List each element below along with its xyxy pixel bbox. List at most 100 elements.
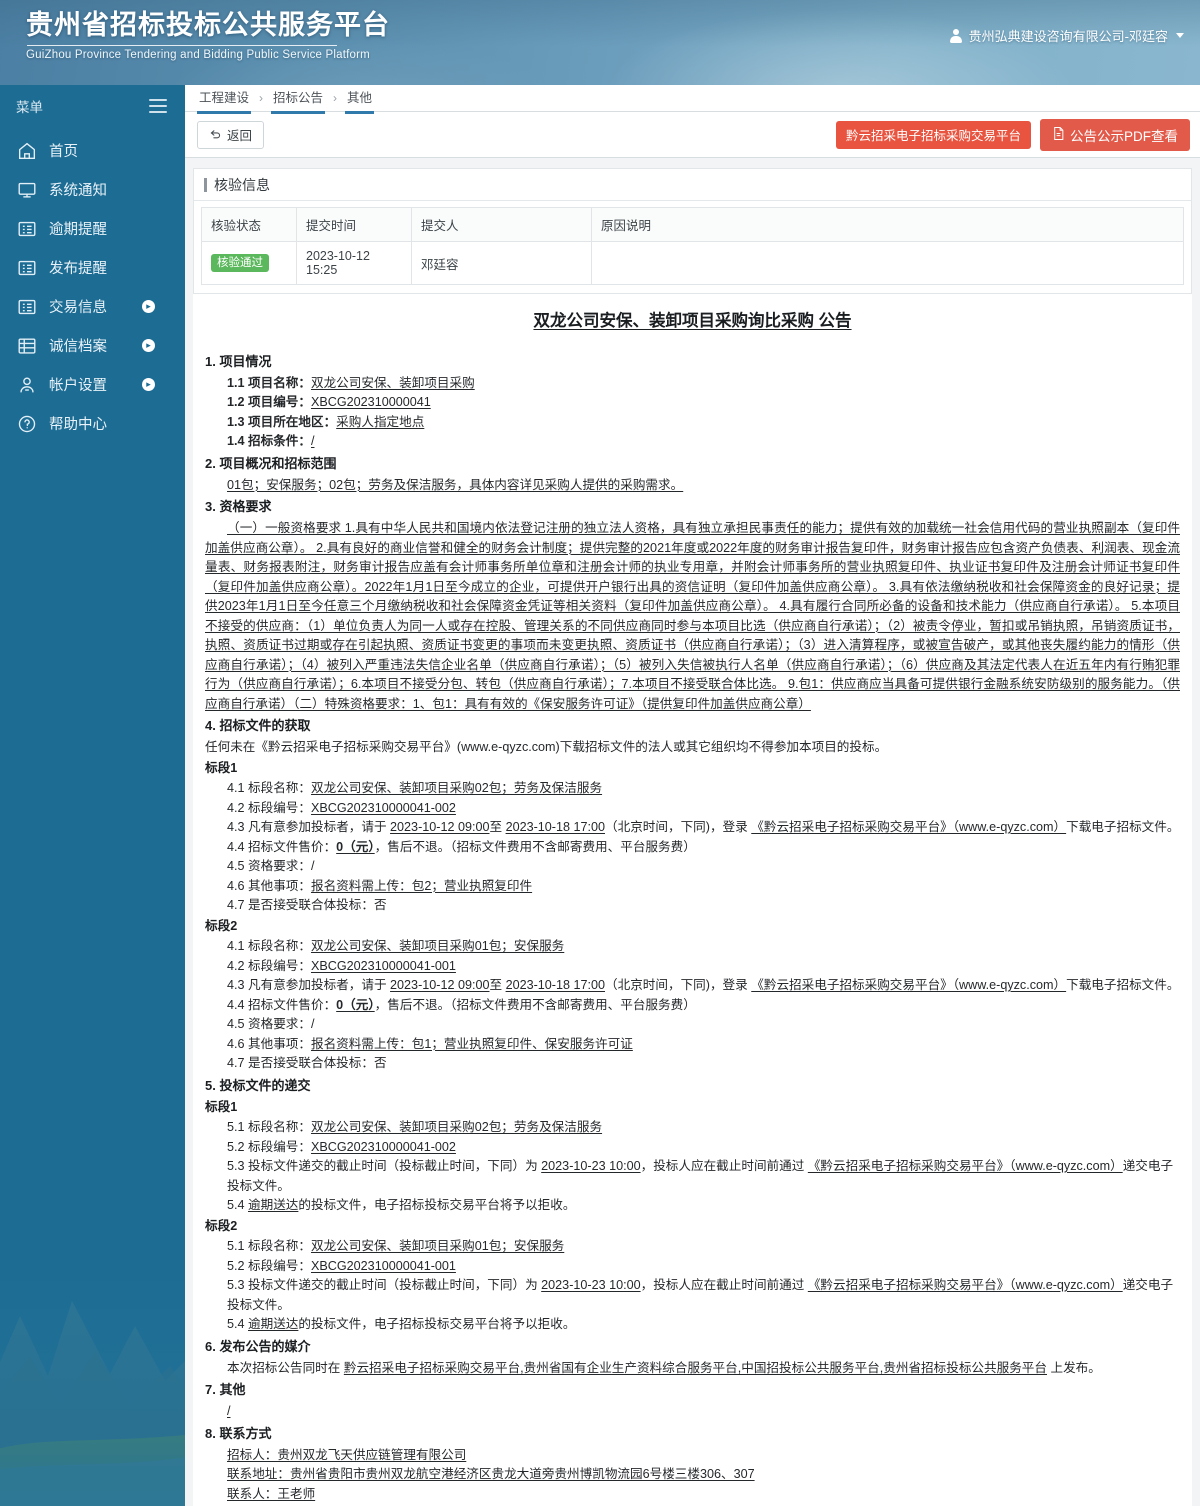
verify-panel-title-label: 核验信息: [214, 176, 270, 193]
lot2-other-value: 报名资料需上传：包1；营业执照复印件、保安服务许可证: [310, 1036, 633, 1051]
sidebar-item-system-notice[interactable]: 系统通知: [0, 170, 185, 209]
undo-arrow-icon: [209, 127, 222, 143]
lot2-price-row: 4.4 招标文件售价：0（元），售后不退。（招标文件费用不含邮寄费用、平台服务费…: [205, 996, 1180, 1016]
lot2-platform-link[interactable]: 《黔云招采电子招标采购交易平台》（www.e-qyzc.com）: [751, 978, 1066, 992]
submit-lot1-deadline-value: 2023-10-23 10:00: [541, 1159, 641, 1173]
sidebar-item-label: 帮助中心: [49, 417, 107, 433]
breadcrumb-separator-icon: ›: [333, 91, 338, 105]
lot1-other-row: 4.6 其他事项：报名资料需上传：包2；营业执照复印件: [205, 877, 1180, 897]
sidebar-menu-list: 首页 系统通知 逾期提醒 发布提醒 交易信息 ▸ 诚信档案 ▸ 帐户设置 ▸ 帮…: [0, 131, 185, 443]
document-title: 双龙公司安保、装卸项目采购询比采购 公告: [533, 312, 852, 330]
sidebar-item-credit-archive[interactable]: 诚信档案 ▸: [0, 326, 185, 365]
sidebar-item-label: 帐户设置: [49, 378, 107, 394]
brand-title-en: GuiZhou Province Tendering and Bidding P…: [26, 49, 370, 61]
submit-lot2-name-row: 5.1 标段名称：双龙公司安保、装卸项目采购01包；安保服务: [205, 1237, 1180, 1257]
menu-label: 菜单: [16, 100, 43, 115]
lot2-name-label: 4.1 标段名称：: [227, 939, 311, 953]
sidebar-item-label: 发布提醒: [49, 261, 107, 277]
lot1-qualification-value: /: [310, 859, 315, 873]
submit-lot2-code-value: XBCG202310000041-001: [310, 1258, 456, 1273]
project-code-label: 1.2 项目编号：: [227, 395, 311, 409]
lot1-window-prefix: 4.3 凡有意参加投标者，请于: [227, 820, 391, 834]
section-1-heading: 1. 项目情况: [205, 353, 272, 369]
lot2-consortium-row: 4.7 是否接受联合体投标：否: [205, 1054, 1180, 1074]
lot1-name-label: 4.1 标段名称：: [227, 781, 311, 795]
project-code-value: XBCG202310000041: [310, 395, 431, 409]
section-4-intro: 任何未在《黔云招采电子招标采购交易平台》(www.e-qyzc.com)下载招标…: [205, 740, 888, 754]
section-4-lot-1-label: 标段1: [205, 760, 238, 775]
user-menu[interactable]: 贵州弘典建设咨询有限公司-邓廷容: [950, 26, 1184, 45]
lot1-platform-link[interactable]: 《黔云招采电子招标采购交易平台》（www.e-qyzc.com）: [751, 820, 1066, 834]
lot2-other-row: 4.6 其他事项：报名资料需上传：包1；营业执照复印件、保安服务许可证: [205, 1035, 1180, 1055]
sidebar-item-overdue-reminder[interactable]: 逾期提醒: [0, 209, 185, 248]
pdf-view-button[interactable]: 公告公示PDF查看: [1040, 118, 1190, 151]
submit-lot1-code-label: 5.2 标段编号：: [227, 1139, 311, 1154]
sidebar-item-label: 逾期提醒: [49, 222, 107, 238]
section-5-heading: 5. 投标文件的递交: [205, 1077, 311, 1093]
project-region-row: 1.3 项目所在地区：采购人指定地点: [205, 413, 1180, 433]
user-name-label: 贵州弘典建设咨询有限公司-邓廷容: [968, 29, 1168, 44]
sidebar-item-transaction-info[interactable]: 交易信息 ▸: [0, 287, 185, 326]
lot2-consortium-label: 4.7 是否接受联合体投标：: [227, 1056, 374, 1070]
lot1-window-tail: （北京时间，下同)，登录: [605, 820, 752, 834]
table-header-row: 核验状态 提交时间 提交人 原因说明: [201, 207, 1184, 242]
pdf-view-button-label: 公告公示PDF查看: [1070, 128, 1178, 144]
submit-lot1-name-label: 5.1 标段名称：: [227, 1120, 311, 1134]
project-code-row: 1.2 项目编号：XBCG202310000041: [205, 393, 1180, 413]
hamburger-icon[interactable]: [149, 99, 167, 113]
breadcrumb-item-engineering[interactable]: 工程建设: [197, 85, 252, 114]
section-3-body: （一）一般资格要求 1.具有中华人民共和国境内依法登记注册的独立法人资格，具有独…: [205, 521, 1180, 711]
section-7-body: /: [227, 1404, 231, 1418]
submit-lot1-late-keyword: 逾期送达: [248, 1198, 299, 1212]
submit-lot2-platform-link[interactable]: 《黔云招采电子招标采购交易平台》（www.e-qyzc.com）: [808, 1278, 1123, 1292]
tenderer-address: 联系地址：贵州省贵阳市贵州双龙航空港经济区贵龙大道旁贵州博凯物流园6号楼三楼30…: [227, 1467, 755, 1481]
platform-button[interactable]: 黔云招采电子招标采购交易平台: [835, 120, 1031, 149]
sidebar-item-help-center[interactable]: 帮助中心: [0, 404, 185, 443]
submit-lot1-name-row: 5.1 标段名称：双龙公司安保、装卸项目采购02包；劳务及保洁服务: [205, 1118, 1180, 1138]
sidebar: 菜单 首页 系统通知 逾期提醒 发布提醒 交易信息 ▸ 诚信档案 ▸ 帐户设置 …: [0, 85, 185, 1506]
question-circle-icon: [16, 413, 38, 435]
submit-lot2-code-row: 5.2 标段编号：XBCG202310000041-001: [205, 1257, 1180, 1277]
user-icon: [950, 28, 963, 43]
breadcrumb-item-announcement[interactable]: 招标公告: [271, 85, 326, 114]
submit-lot2-name-value: 双龙公司安保、装卸项目采购01包；安保服务: [310, 1239, 565, 1253]
home-icon: [16, 140, 38, 162]
lot2-price-value: 0（元）: [336, 997, 375, 1012]
project-name-label: 1.1 项目名称：: [227, 375, 311, 390]
tenderer-name: 招标人：贵州双龙飞天供应链管理有限公司: [227, 1447, 467, 1462]
submit-lot2-late-label: 5.4: [227, 1317, 249, 1331]
submit-lot2-deadline-row: 5.3 投标文件递交的截止时间（投标截止时间，下同）为 2023-10-23 1…: [205, 1276, 1180, 1315]
lot1-name-row: 4.1 标段名称：双龙公司安保、装卸项目采购02包；劳务及保洁服务: [205, 779, 1180, 799]
lot2-name-value: 双龙公司安保、装卸项目采购01包；安保服务: [310, 939, 565, 953]
sidebar-item-publish-reminder[interactable]: 发布提醒: [0, 248, 185, 287]
breadcrumb-item-other[interactable]: 其他: [345, 85, 375, 114]
chevron-down-icon: [1176, 33, 1184, 38]
bid-condition-label: 1.4 招标条件：: [227, 434, 311, 448]
submit-lot1-code-row: 5.2 标段编号：XBCG202310000041-002: [205, 1138, 1180, 1158]
lot1-price-value: 0（元）: [336, 839, 375, 854]
submit-lot2-deadline-value: 2023-10-23 10:00: [541, 1278, 641, 1292]
verify-table: 核验状态 提交时间 提交人 原因说明 核验通过 2023-10-12 15:25…: [201, 207, 1184, 285]
mountain-scenery-image: [0, 1256, 185, 1506]
submit-lot2-deadline-mid: ，投标人应在截止时间前通过: [640, 1278, 808, 1292]
submit-lot1-late-row: 5.4 逾期送达的投标文件，电子招标投标交易平台将予以拒收。: [205, 1196, 1180, 1216]
lot1-name-value: 双龙公司安保、装卸项目采购02包；劳务及保洁服务: [310, 781, 603, 795]
sidebar-item-label: 诚信档案: [49, 339, 107, 355]
submit-lot2-late-tail: 的投标文件，电子招标投标交易平台将予以拒收。: [298, 1317, 576, 1331]
person-icon: [16, 374, 38, 396]
chevron-right-icon: ▸: [142, 339, 155, 352]
sidebar-item-account-settings[interactable]: 帐户设置 ▸: [0, 365, 185, 404]
submit-lot1-platform-link[interactable]: 《黔云招采电子招标采购交易平台》（www.e-qyzc.com）: [808, 1159, 1123, 1173]
lot2-qualification-value: /: [310, 1017, 315, 1031]
toolbar-actions: 黔云招采电子招标采购交易平台 公告公示PDF查看: [835, 118, 1190, 151]
submit-lot1-deadline-prefix: 5.3 投标文件递交的截止时间（投标截止时间，下同）为: [227, 1159, 542, 1173]
app-header: 贵州省招标投标公共服务平台 GuiZhou Province Tendering…: [0, 0, 1200, 85]
column-header-submitter: 提交人: [411, 207, 592, 242]
sidebar-item-home[interactable]: 首页: [0, 131, 185, 170]
back-button[interactable]: 返回: [197, 120, 265, 149]
submit-lot2-deadline-prefix: 5.3 投标文件递交的截止时间（投标截止时间，下同）为: [227, 1278, 542, 1292]
lot2-other-label: 4.6 其他事项：: [227, 1036, 311, 1051]
brand-divider: [27, 45, 337, 46]
pdf-file-icon: [1052, 126, 1065, 144]
lot2-code-row: 4.2 标段编号：XBCG202310000041-001: [205, 957, 1180, 977]
